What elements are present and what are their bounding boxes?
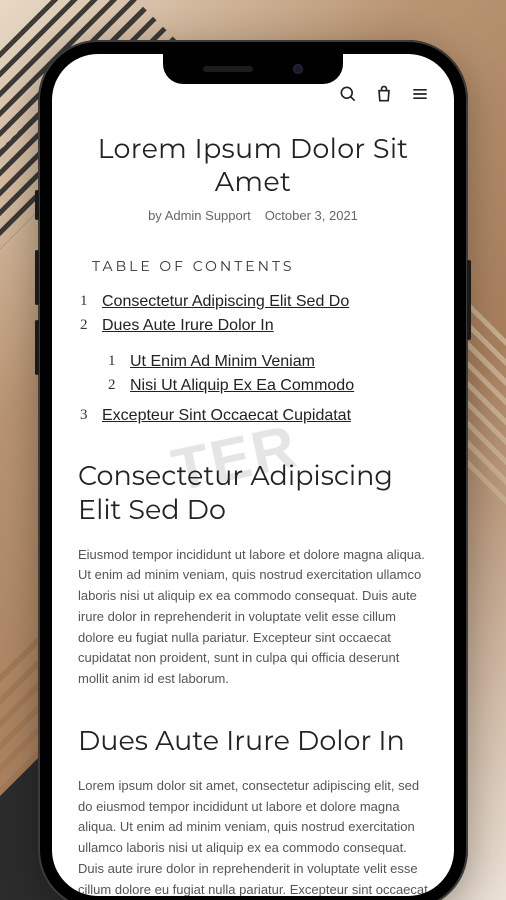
byline-prefix: by — [148, 208, 165, 223]
toc-item: 1 Ut Enim Ad Minim Veniam — [108, 353, 428, 371]
menu-icon[interactable] — [410, 84, 430, 104]
toc-heading: TABLE OF CONTENTS — [92, 257, 428, 275]
camera — [293, 64, 303, 74]
body-text: Eiusmod tempor incididunt ut labore et d… — [78, 545, 428, 691]
phone-notch — [163, 54, 343, 84]
toc-item: 3 Excepteur Sint Occaecat Cupidatat — [80, 407, 428, 425]
section-heading: Consectetur Adipiscing Elit Sed Do — [78, 459, 428, 527]
toc-link[interactable]: Nisi Ut Aliquip Ex Ea Commodo — [130, 377, 354, 395]
search-icon[interactable] — [338, 84, 358, 104]
toc-link[interactable]: Ut Enim Ad Minim Veniam — [130, 353, 315, 371]
speaker — [203, 66, 253, 72]
background: TER Lorem Ipsum Dolor Sit Amet by Admin … — [0, 0, 506, 900]
toc-link[interactable]: Consectetur Adipiscing Elit Sed Do — [102, 293, 349, 311]
phone-button — [35, 250, 39, 305]
toc-item: 1 Consectetur Adipiscing Elit Sed Do — [80, 293, 428, 311]
page-title: Lorem Ipsum Dolor Sit Amet — [78, 132, 428, 198]
phone-button — [467, 260, 471, 340]
toc-item: 2 Nisi Ut Aliquip Ex Ea Commodo — [108, 377, 428, 395]
body-text: Lorem ipsum dolor sit amet, consectetur … — [78, 776, 428, 896]
bag-icon[interactable] — [374, 84, 394, 104]
toc-number: 3 — [80, 407, 90, 424]
toc-number: 2 — [80, 317, 90, 334]
publish-date: October 3, 2021 — [265, 208, 358, 223]
phone-button — [35, 190, 39, 220]
toc-number: 1 — [80, 293, 90, 310]
phone-frame: TER Lorem Ipsum Dolor Sit Amet by Admin … — [38, 40, 468, 900]
byline: by Admin Support October 3, 2021 — [78, 208, 428, 223]
toc-item: 2 Dues Aute Irure Dolor In 1 Ut Enim Ad … — [80, 317, 428, 401]
author: Admin Support — [165, 208, 251, 223]
toc-list: 1 Consectetur Adipiscing Elit Sed Do 2 D… — [80, 293, 428, 425]
toc-link[interactable]: Excepteur Sint Occaecat Cupidatat — [102, 407, 351, 425]
toc-link[interactable]: Dues Aute Irure Dolor In — [102, 317, 274, 335]
toc-number: 2 — [108, 377, 118, 394]
phone-button — [35, 320, 39, 375]
article-content[interactable]: Lorem Ipsum Dolor Sit Amet by Admin Supp… — [52, 112, 454, 896]
section-heading: Dues Aute Irure Dolor In — [78, 724, 428, 758]
phone-screen: TER Lorem Ipsum Dolor Sit Amet by Admin … — [52, 54, 454, 896]
toc-number: 1 — [108, 353, 118, 370]
